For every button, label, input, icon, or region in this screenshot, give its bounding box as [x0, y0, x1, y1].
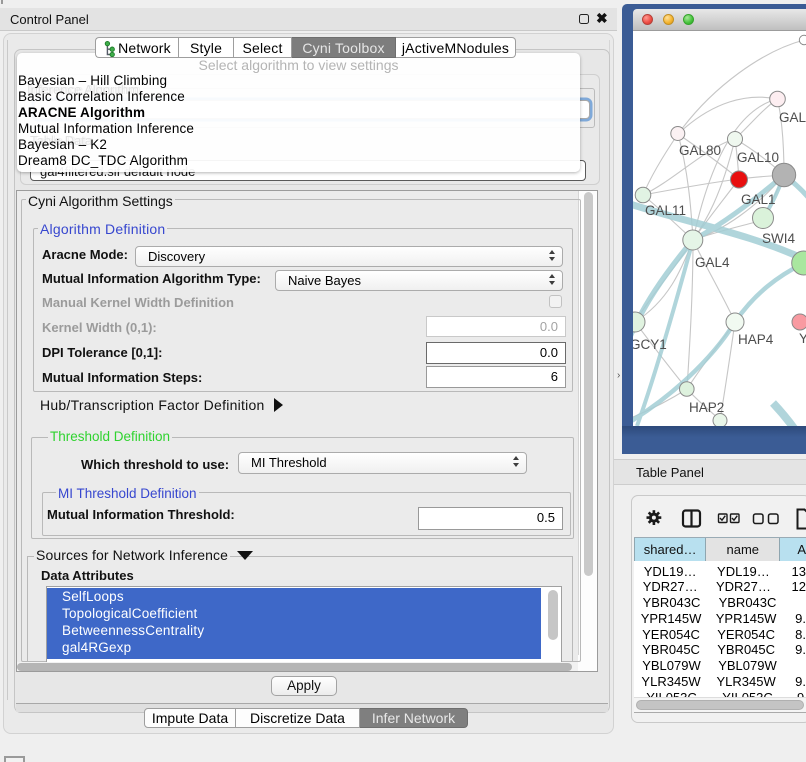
svg-text:HAP2: HAP2 — [689, 400, 724, 415]
svg-text:GAL11: GAL11 — [645, 203, 686, 218]
svg-text:GCY1: GCY1 — [633, 337, 667, 352]
svg-text:SWI4: SWI4 — [762, 231, 795, 246]
svg-text:Y: Y — [799, 331, 806, 346]
svg-text:GAL4: GAL4 — [695, 255, 730, 270]
svg-text:GAL7: GAL7 — [779, 110, 806, 125]
svg-text:GAL80: GAL80 — [679, 143, 721, 158]
svg-text:HAP4: HAP4 — [738, 332, 774, 347]
svg-text:GAL10: GAL10 — [737, 150, 779, 165]
svg-text:GAL1: GAL1 — [741, 192, 776, 207]
